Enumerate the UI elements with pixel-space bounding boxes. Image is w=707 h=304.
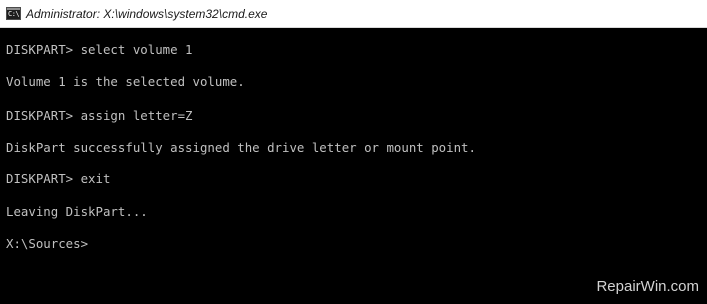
console-line: DISKPART> select volume 1	[6, 42, 193, 57]
console-output[interactable]: DISKPART> select volume 1 Volume 1 is th…	[0, 28, 707, 304]
console-line: Volume 1 is the selected volume.	[6, 74, 245, 89]
console-line: DISKPART> exit	[6, 171, 111, 186]
cmd-console-icon: C:\	[6, 7, 21, 20]
title-bar[interactable]: C:\ Administrator: X:\windows\system32\c…	[0, 0, 707, 28]
cmd-icon-prompt: C:\	[8, 10, 20, 18]
command-prompt[interactable]: X:\Sources>	[6, 236, 88, 252]
cmd-window: C:\ Administrator: X:\windows\system32\c…	[0, 0, 707, 304]
console-line: DISKPART> assign letter=Z	[6, 108, 193, 123]
window-title: Administrator: X:\windows\system32\cmd.e…	[26, 7, 268, 21]
console-line: DiskPart successfully assigned the drive…	[6, 140, 476, 155]
watermark: RepairWin.com	[596, 278, 699, 295]
console-line: Leaving DiskPart...	[6, 204, 148, 219]
